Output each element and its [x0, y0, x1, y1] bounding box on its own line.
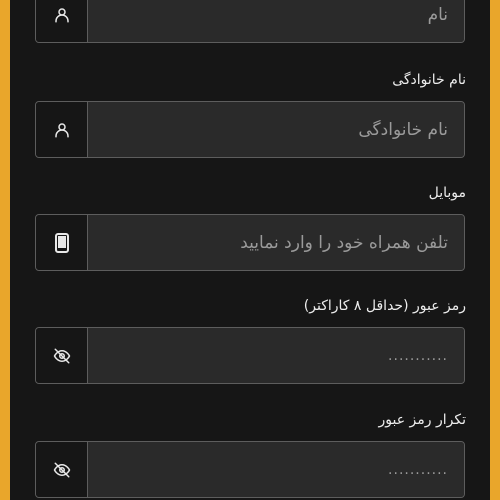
last-name-input[interactable]: [88, 102, 464, 157]
password-group: [35, 327, 465, 384]
first-name-group: [35, 0, 465, 43]
user-icon: [54, 122, 69, 137]
first-name-addon: [36, 0, 88, 42]
registration-form: نام خانوادگی موبایل رمز عبور (حداقل ۸ کا…: [10, 0, 490, 500]
password-confirm-group: [35, 441, 465, 498]
last-name-group: [35, 101, 465, 158]
password-toggle[interactable]: [36, 328, 88, 383]
password-confirm-input[interactable]: [88, 442, 464, 497]
password-input[interactable]: [88, 328, 464, 383]
mobile-phone-icon: [54, 232, 69, 253]
last-name-addon: [36, 102, 88, 157]
eye-off-icon: [53, 348, 70, 363]
mobile-input[interactable]: [88, 215, 464, 270]
password-confirm-toggle[interactable]: [36, 442, 88, 497]
first-name-input[interactable]: [88, 0, 464, 42]
mobile-addon: [36, 215, 88, 270]
user-icon: [54, 7, 69, 22]
password-confirm-label: تکرار رمز عبور: [378, 412, 466, 428]
eye-off-icon: [53, 462, 70, 477]
password-label: رمز عبور (حداقل ۸ کاراکتر): [303, 298, 466, 314]
last-name-label: نام خانوادگی: [392, 72, 466, 88]
mobile-group: [35, 214, 465, 271]
mobile-label: موبایل: [428, 185, 466, 201]
